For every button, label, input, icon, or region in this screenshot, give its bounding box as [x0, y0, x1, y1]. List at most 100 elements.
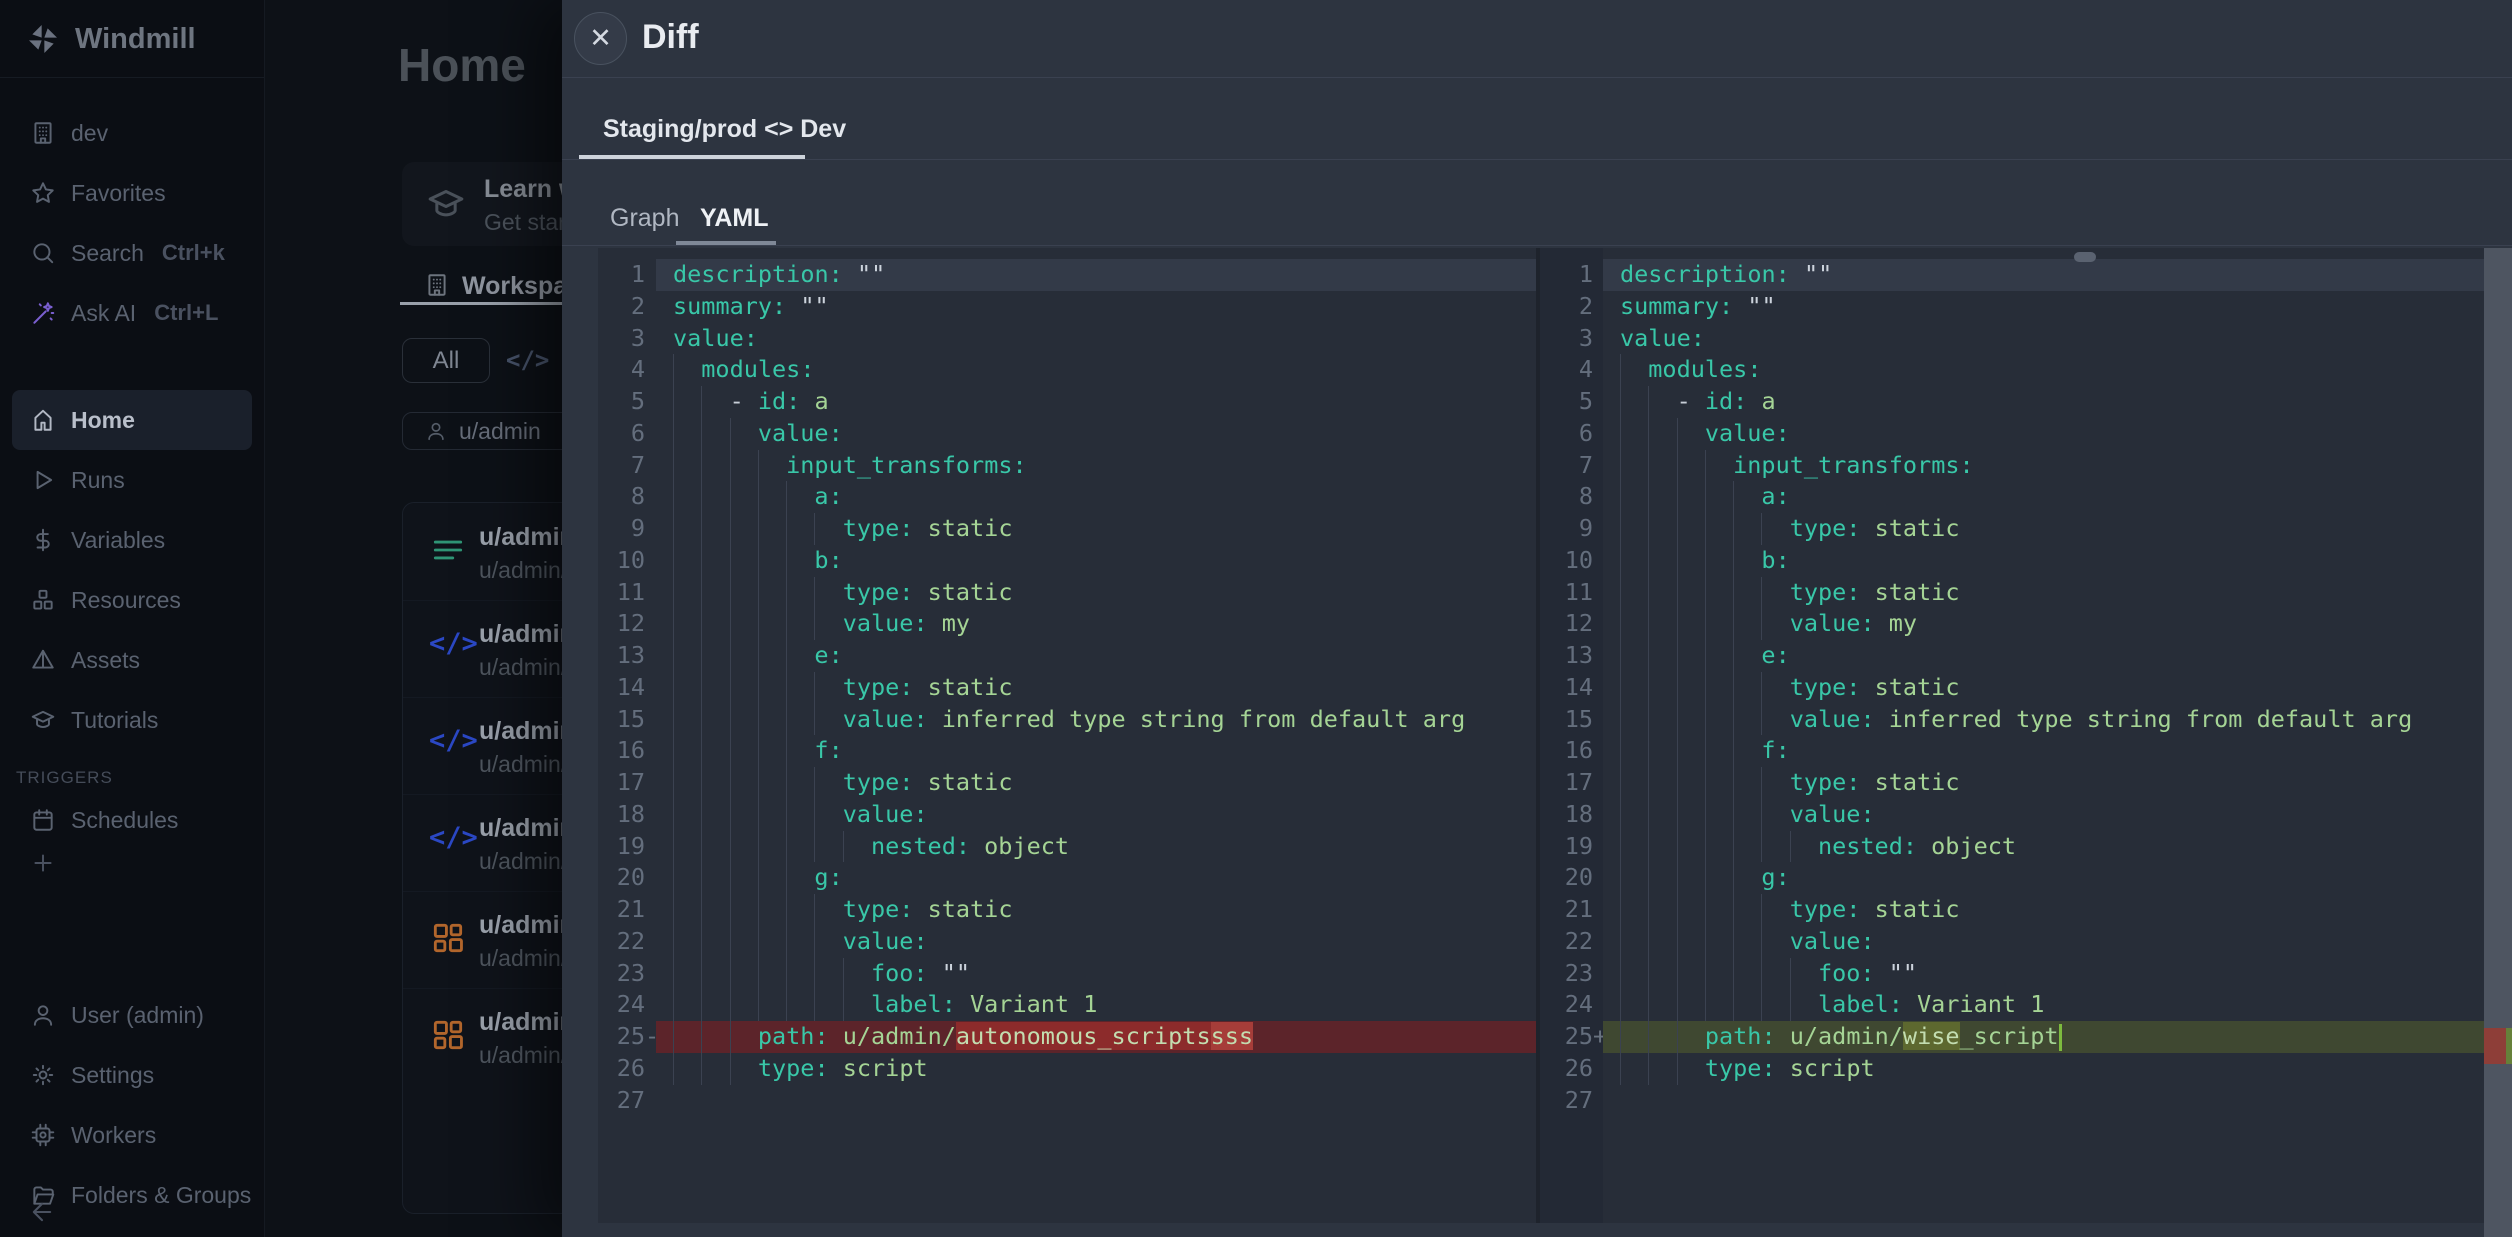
sidebar-triggers-group: Schedules: [0, 790, 264, 850]
sidebar-item-dev[interactable]: dev: [12, 103, 252, 163]
indent-guide: [701, 926, 729, 958]
token-c: :: [1013, 451, 1027, 479]
indent-guide: [758, 767, 786, 799]
sidebar-item-home[interactable]: Home: [12, 390, 252, 450]
home-icon: [30, 407, 56, 433]
sidebar-item-ask-ai[interactable]: Ask AICtrl+L: [12, 283, 252, 343]
indent-guide: [758, 513, 786, 545]
indent-guide: [1648, 894, 1676, 926]
filter-all-button[interactable]: All: [402, 338, 490, 383]
line-number: 20: [1540, 862, 1593, 894]
overview-ruler-scrollbar[interactable]: [2484, 248, 2512, 1237]
token-k: type: [1790, 768, 1847, 796]
token-k: type: [1790, 514, 1847, 542]
indent-guide: [1705, 767, 1733, 799]
indent-guide: [1761, 672, 1789, 704]
indent-guide: [1733, 862, 1761, 894]
indent-guide: [1677, 958, 1705, 990]
indent-guide: [730, 513, 758, 545]
token-k: b: [814, 546, 828, 574]
sidebar-item-search[interactable]: SearchCtrl+k: [12, 223, 252, 283]
indent-guide: [701, 735, 729, 767]
collapse-sidebar-button[interactable]: [28, 1198, 58, 1228]
tab-yaml[interactable]: YAML: [700, 204, 769, 233]
token-c: :: [1846, 673, 1874, 701]
token-s: object: [984, 832, 1069, 860]
sidebar-item-variables[interactable]: Variables: [12, 510, 252, 570]
line-number: 23: [1540, 958, 1593, 990]
close-icon: ✕: [589, 23, 612, 54]
token-k: b: [1761, 546, 1775, 574]
sidebar-item-tutorials[interactable]: Tutorials: [12, 690, 252, 750]
indent-guide: [673, 672, 701, 704]
diff-pane-original[interactable]: 1description: ""2summary: ""3value:4modu…: [598, 248, 1536, 1223]
token-k: description: [1620, 260, 1776, 288]
indent-guide: [814, 672, 842, 704]
indent-guide: [758, 640, 786, 672]
indent-guide: [843, 831, 871, 863]
code-line: 14type: static: [598, 672, 1536, 704]
token-k: value: [758, 419, 829, 447]
indent-guide: [1733, 577, 1761, 609]
token-c: :: [829, 641, 843, 669]
indent-guide: [1648, 481, 1676, 513]
indent-guide: [1620, 418, 1648, 450]
indent-guide: [814, 894, 842, 926]
tab-staging-prod-dev[interactable]: Staging/prod <> Dev: [603, 115, 846, 144]
sidebar-item-workers[interactable]: Workers: [12, 1105, 252, 1165]
indent-guide: [1733, 608, 1761, 640]
code-line: 17type: static: [598, 767, 1536, 799]
indent-guide: [1761, 704, 1789, 736]
sidebar-item-runs[interactable]: Runs: [12, 450, 252, 510]
sidebar-item-favorites[interactable]: Favorites: [12, 163, 252, 223]
code-line: 10b:: [1540, 545, 2512, 577]
token-k: label: [871, 990, 942, 1018]
indent-guide: [730, 577, 758, 609]
line-number: 7: [598, 450, 645, 482]
line-content: value: inferred type string from default…: [656, 704, 1536, 736]
token-c: :: [913, 705, 941, 733]
tab-graph[interactable]: Graph: [610, 204, 679, 233]
line-content: g:: [656, 862, 1536, 894]
brand[interactable]: Windmill: [0, 0, 264, 78]
sidebar-item-assets[interactable]: Assets: [12, 630, 252, 690]
indent-guide: [701, 704, 729, 736]
token-k: value: [843, 609, 914, 637]
sidebar-item-user-admin[interactable]: User (admin): [12, 985, 252, 1045]
indent-guide: [701, 862, 729, 894]
indent-guide: [1705, 799, 1733, 831]
indent-guide: [1648, 608, 1676, 640]
code-line: 22value:: [1540, 926, 2512, 958]
close-button[interactable]: ✕: [574, 12, 627, 65]
indent-guide: [1620, 926, 1648, 958]
line-content: type: static: [656, 513, 1536, 545]
indent-guide: [1677, 1021, 1705, 1053]
token-d: -: [1677, 387, 1705, 415]
indent-guide: [730, 799, 758, 831]
calendar-icon: [30, 807, 56, 833]
sidebar-item-schedules[interactable]: Schedules: [12, 790, 252, 850]
sidebar-item-label: User (admin): [71, 1002, 204, 1029]
sidebar-item-settings[interactable]: Settings: [12, 1045, 252, 1105]
sidebar-item-label: Assets: [71, 647, 140, 674]
indent-guide: [786, 958, 814, 990]
line-content: - id: a: [656, 386, 1536, 418]
tabs-divider: [562, 159, 2512, 160]
indent-guide: [1705, 704, 1733, 736]
sidebar-item-resources[interactable]: Resources: [12, 570, 252, 630]
scrollbar-thumb-left-pane[interactable]: [2074, 252, 2096, 262]
token-c: :: [1776, 736, 1790, 764]
diff-pane-modified[interactable]: 1description: ""2summary: ""3value:4modu…: [1540, 248, 2512, 1223]
indent-guide: [1733, 545, 1761, 577]
sidebar-item-label: Workers: [71, 1122, 156, 1149]
token-k: e: [1761, 641, 1775, 669]
indent-guide: [1648, 989, 1676, 1021]
line-content: foo: "": [656, 958, 1536, 990]
token-s: inferred type string from default arg: [942, 705, 1465, 733]
line-number: 27: [1540, 1085, 1593, 1117]
add-trigger-button[interactable]: [30, 850, 70, 890]
code-line: 9type: static: [598, 513, 1536, 545]
ruler-added-marker: [2506, 1028, 2512, 1064]
line-number: 6: [1540, 418, 1593, 450]
token-k: f: [814, 736, 828, 764]
